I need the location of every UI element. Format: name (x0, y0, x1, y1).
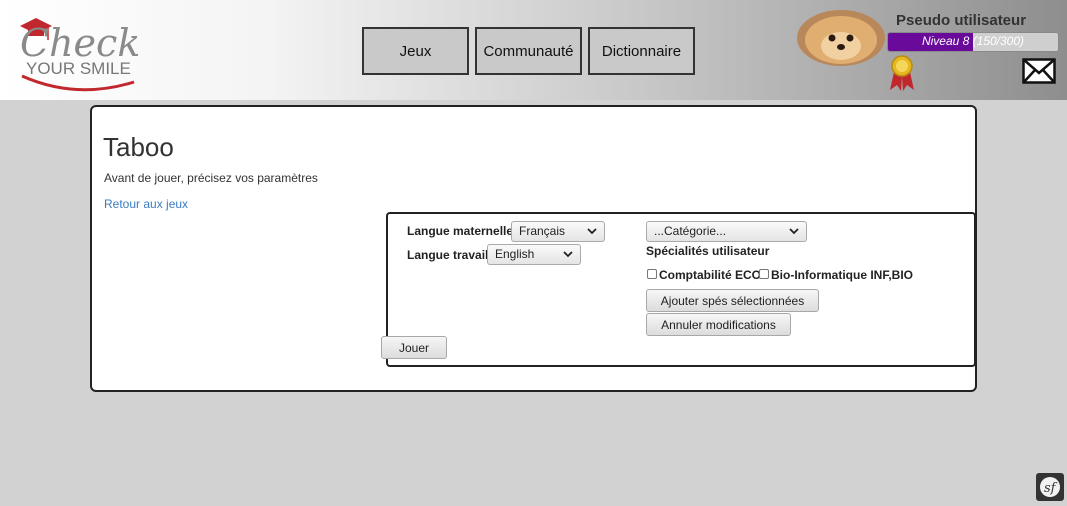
nav-dictionary-button[interactable]: Dictionnaire (588, 27, 695, 75)
level-text: Niveau 8 (150/300) (921, 34, 1025, 48)
work-language-value: English (495, 247, 535, 261)
envelope-icon[interactable] (1022, 58, 1056, 84)
work-language-label: Langue travail (407, 248, 489, 262)
cancel-modifications-button[interactable]: Annuler modifications (646, 313, 791, 336)
avatar[interactable] (797, 10, 885, 66)
category-select[interactable]: ...Catégorie... (646, 221, 807, 242)
chevron-down-icon (789, 228, 799, 235)
nav-games-button[interactable]: Jeux (362, 27, 469, 75)
back-to-games-link[interactable]: Retour aux jeux (104, 197, 188, 211)
specialty-2-label: Bio-Informatique INF,BIO (771, 268, 913, 282)
specialty-1-label: Comptabilité ECO (659, 268, 762, 282)
nav-community-button[interactable]: Communauté (475, 27, 582, 75)
header-bar: Check YOUR SMILE Jeux Communauté Diction… (0, 0, 1067, 100)
avatar-dog-image (797, 10, 885, 66)
symfony-icon[interactable]: sf (1036, 473, 1064, 501)
specialties-label: Spécialités utilisateur (646, 244, 770, 258)
medal-icon (890, 55, 914, 91)
level-progress-bar: Niveau 8 (150/300) (887, 32, 1059, 52)
chevron-down-icon (563, 251, 573, 258)
native-language-select[interactable]: Français (511, 221, 605, 242)
check-your-smile-logo[interactable]: Check YOUR SMILE (16, 8, 146, 96)
native-language-value: Français (519, 224, 566, 238)
username[interactable]: Pseudo utilisateur (896, 12, 1026, 29)
logo-line2: YOUR SMILE (26, 59, 131, 78)
specialty-2-checkbox[interactable] (759, 269, 769, 279)
category-value: ...Catégorie... (654, 224, 727, 238)
add-specialties-button[interactable]: Ajouter spés sélectionnées (646, 289, 819, 312)
page-subtitle: Avant de jouer, précisez vos paramètres (104, 171, 318, 185)
work-language-select[interactable]: English (487, 244, 581, 265)
page-title: Taboo (103, 132, 174, 162)
specialty-1-checkbox[interactable] (647, 269, 657, 279)
native-language-label: Langue maternelle (407, 224, 514, 238)
play-button[interactable]: Jouer (381, 336, 447, 359)
chevron-down-icon (587, 228, 597, 235)
